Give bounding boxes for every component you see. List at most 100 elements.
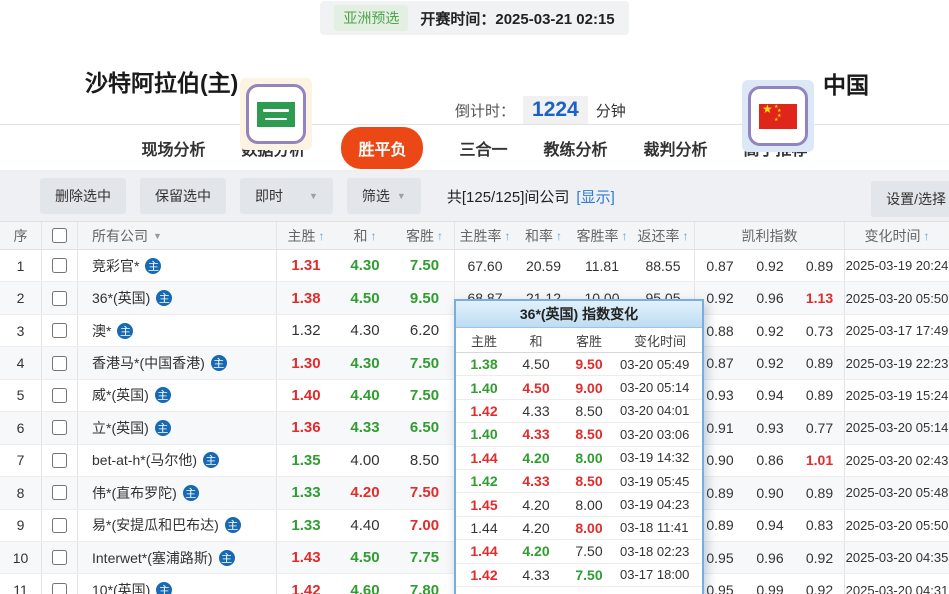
settings-button[interactable]: 设置/选择 — [871, 181, 949, 217]
away-odds-value[interactable]: 8.50 — [395, 445, 455, 476]
row-checkbox[interactable] — [52, 485, 67, 500]
popup-header-row: 主胜和客胜变化时间 — [456, 328, 702, 353]
draw-odds-value[interactable]: 4.30 — [335, 315, 395, 346]
home-odds-value[interactable]: 1.33 — [277, 477, 335, 508]
filter-dropdown[interactable]: 筛选▼ — [347, 178, 421, 214]
away-odds-value[interactable]: 7.50 — [395, 477, 455, 508]
draw-odds-value[interactable]: 4.40 — [335, 380, 395, 411]
company-name[interactable]: 澳* — [92, 321, 111, 341]
home-odds-value[interactable]: 1.33 — [277, 510, 335, 541]
row-number: 3 — [0, 315, 42, 346]
draw-odds-value[interactable]: 4.33 — [335, 412, 395, 443]
change-time: 2025-03-19 20:24 — [845, 250, 949, 281]
table-header: 序 所有公司▼ 主胜↑ 和↑ 客胜↑ 主胜率↑ 和率↑ 客胜率↑ 返还率↑ 凯利… — [0, 221, 949, 250]
row-checkbox[interactable] — [52, 420, 67, 435]
draw-odds-value[interactable]: 4.30 — [335, 250, 395, 281]
select-all-checkbox[interactable] — [52, 228, 67, 243]
company-name[interactable]: bet-at-h*(马尔他) — [92, 450, 197, 470]
home-odds-value[interactable]: 1.36 — [277, 412, 335, 443]
row-checkbox[interactable] — [52, 583, 67, 594]
away-odds-value[interactable]: 7.75 — [395, 542, 455, 573]
sort-asc-icon: ↑ — [319, 229, 325, 243]
draw-odds-value: 4.33 — [512, 567, 560, 583]
away-odds-value[interactable]: 7.00 — [395, 510, 455, 541]
delete-selected-button[interactable]: 删除选中 — [40, 178, 126, 214]
header-draw-rate[interactable]: 和率↑ — [515, 222, 572, 249]
nav-tab-0[interactable]: 现场分析 — [141, 136, 205, 160]
row-checkbox[interactable] — [52, 258, 67, 273]
keep-selected-button[interactable]: 保留选中 — [140, 178, 226, 214]
draw-odds-value[interactable]: 4.30 — [335, 347, 395, 378]
nav-tab-3[interactable]: 三合一 — [459, 136, 507, 160]
company-name[interactable]: 立*(英国) — [92, 418, 149, 438]
home-odds-value[interactable]: 1.38 — [277, 282, 335, 313]
header-return-rate[interactable]: 返还率↑ — [632, 222, 695, 249]
header-home-odds[interactable]: 主胜↑ — [277, 222, 335, 249]
header-away-odds[interactable]: 客胜↑ — [395, 222, 455, 249]
header-company[interactable]: 所有公司▼ — [78, 222, 277, 249]
row-checkbox[interactable] — [52, 356, 67, 371]
row-checkbox[interactable] — [52, 453, 67, 468]
away-odds-value[interactable]: 7.80 — [395, 574, 455, 594]
company-name[interactable]: 威*(英国) — [92, 385, 149, 405]
away-odds-value[interactable]: 7.50 — [395, 347, 455, 378]
draw-odds-value[interactable]: 4.40 — [335, 510, 395, 541]
time-filter-select[interactable]: 即时▼ — [240, 178, 333, 214]
away-odds-value[interactable]: 7.50 — [395, 380, 455, 411]
home-odds-value[interactable]: 1.43 — [277, 542, 335, 573]
home-odds-value[interactable]: 1.31 — [277, 250, 335, 281]
company-name[interactable]: 伟*(直布罗陀) — [92, 483, 177, 503]
main-company-icon: 主 — [211, 355, 227, 371]
draw-odds-value[interactable]: 4.50 — [335, 282, 395, 313]
header-company-label: 所有公司 — [92, 226, 148, 246]
kelly-value-2: 0.92 — [745, 347, 795, 378]
nav-tab-5[interactable]: 裁判分析 — [644, 136, 708, 160]
away-odds-value[interactable]: 6.20 — [395, 315, 455, 346]
company-name[interactable]: 36*(英国) — [92, 288, 150, 308]
draw-odds-value[interactable]: 4.50 — [335, 542, 395, 573]
row-checkbox[interactable] — [52, 518, 67, 533]
change-time: 2025-03-17 17:49 — [845, 315, 949, 346]
draw-odds-value[interactable]: 4.20 — [335, 477, 395, 508]
company-name[interactable]: 易*(安提瓜和巴布达) — [92, 515, 219, 535]
company-name[interactable]: 香港马*(中国香港) — [92, 353, 205, 373]
away-odds-value[interactable]: 7.50 — [395, 250, 455, 281]
nav-tab-4[interactable]: 教练分析 — [544, 136, 608, 160]
header-home-rate[interactable]: 主胜率↑ — [455, 222, 515, 249]
away-odds-value: 8.50 — [560, 403, 618, 419]
company-cell: 澳*主 — [78, 315, 277, 346]
header-change-time[interactable]: 变化时间↑ — [845, 222, 949, 249]
company-cell: 威*(英国)主 — [78, 380, 277, 411]
company-count: 共[125/125]间公司 — [447, 186, 570, 207]
dropdown-arrow-icon: ▼ — [309, 191, 318, 201]
home-odds-value[interactable]: 1.30 — [277, 347, 335, 378]
header-kelly: 凯利指数 — [695, 222, 845, 249]
home-odds-value[interactable]: 1.32 — [277, 315, 335, 346]
kelly-value-2: 0.99 — [745, 574, 795, 594]
row-checkbox[interactable] — [52, 388, 67, 403]
home-odds-value[interactable]: 1.40 — [277, 380, 335, 411]
header-away-rate[interactable]: 客胜率↑ — [572, 222, 632, 249]
row-checkbox[interactable] — [52, 323, 67, 338]
away-odds-value: 7.50 — [560, 567, 618, 583]
row-checkbox[interactable] — [52, 291, 67, 306]
away-odds-value[interactable]: 6.50 — [395, 412, 455, 443]
company-name[interactable]: 10*(英国) — [92, 580, 150, 594]
home-odds-value[interactable]: 1.35 — [277, 445, 335, 476]
home-odds-value[interactable]: 1.42 — [277, 574, 335, 594]
away-odds-value[interactable]: 9.50 — [395, 282, 455, 313]
draw-odds-value[interactable]: 4.60 — [335, 574, 395, 594]
nav-tab-2[interactable]: 胜平负 — [341, 127, 423, 169]
company-name[interactable]: 竞彩官* — [92, 256, 139, 276]
popup-history-row: 1.424.338.5003-19 05:45 — [456, 470, 702, 493]
company-name[interactable]: Interwet*(塞浦路斯) — [92, 548, 213, 568]
row-number: 7 — [0, 445, 42, 476]
show-link[interactable]: [显示] — [576, 186, 614, 207]
home-odds-value: 1.42 — [456, 567, 512, 583]
header-draw-odds[interactable]: 和↑ — [335, 222, 395, 249]
draw-odds-value[interactable]: 4.00 — [335, 445, 395, 476]
popup-change-time: 03-20 03:06 — [618, 427, 702, 442]
home-odds-value: 1.40 — [456, 426, 512, 442]
away-team-name: 中国 — [823, 66, 869, 100]
row-checkbox[interactable] — [52, 550, 67, 565]
